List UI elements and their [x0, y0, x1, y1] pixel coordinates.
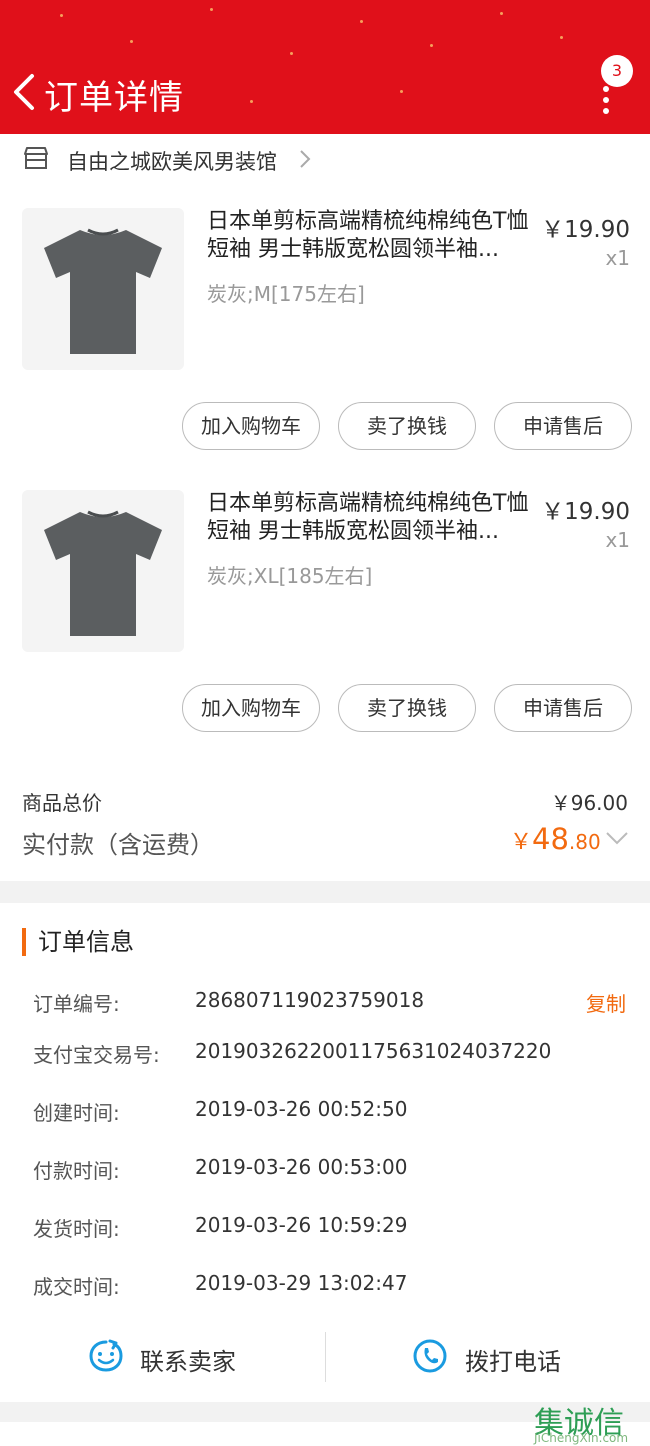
- product-price: ￥19.90: [541, 499, 630, 525]
- info-value: 2019-03-29 13:02:47: [195, 1271, 408, 1295]
- watermark-url: JiChengXin.com: [534, 1431, 629, 1445]
- order-item: 日本单剪标高端精梳纯棉纯色T恤短袖 男士韩版宽松圆领半袖... 炭灰;XL[18…: [0, 490, 650, 772]
- currency-symbol: ￥: [510, 830, 533, 855]
- product-title[interactable]: 日本单剪标高端精梳纯棉纯色T恤短袖 男士韩版宽松圆领半袖...: [207, 208, 532, 264]
- paid-amount-value: ￥48.80: [510, 822, 601, 856]
- order-info-title: 订单信息: [22, 928, 134, 956]
- info-value: 2019-03-26 00:52:50: [195, 1097, 408, 1121]
- call-phone-button[interactable]: 拨打电话: [465, 1342, 561, 1377]
- shop-row[interactable]: 自由之城欧美风男装馆: [0, 134, 650, 184]
- info-row-completed-time: 成交时间: 2019-03-29 13:02:47: [0, 1271, 650, 1301]
- shop-name: 自由之城欧美风男装馆: [67, 150, 277, 174]
- contact-bar: 联系卖家 拨打电话: [0, 1328, 650, 1386]
- info-label: 创建时间:: [33, 1101, 120, 1125]
- info-value: 286807119023759018: [195, 988, 425, 1012]
- info-row-order-number: 订单编号: 286807119023759018: [0, 988, 650, 1018]
- info-value: 2019-03-26 10:59:29: [195, 1213, 408, 1237]
- info-value: 2019032622001175631024037220: [195, 1039, 552, 1063]
- info-label: 支付宝交易号:: [33, 1043, 160, 1067]
- message-count-badge: 3: [601, 55, 633, 87]
- more-menu-icon[interactable]: [596, 86, 616, 114]
- chat-icon[interactable]: [88, 1338, 124, 1374]
- product-quantity: x1: [605, 246, 630, 270]
- info-label: 成交时间:: [33, 1275, 120, 1299]
- add-to-cart-button[interactable]: 加入购物车: [182, 402, 320, 450]
- product-sku: 炭灰;XL[185左右]: [207, 564, 373, 588]
- info-value: 2019-03-26 00:53:00: [195, 1155, 408, 1179]
- chevron-down-icon[interactable]: [604, 828, 630, 848]
- app-header: 订单详情 3: [0, 0, 650, 134]
- paid-amount-decimal: .80: [568, 830, 601, 854]
- info-row-alipay-trade-number: 支付宝交易号: 2019032622001175631024037220: [0, 1039, 650, 1069]
- add-to-cart-button[interactable]: 加入购物车: [182, 684, 320, 732]
- section-divider: [0, 881, 650, 903]
- contact-divider: [325, 1332, 326, 1382]
- product-image[interactable]: [22, 208, 184, 370]
- watermark-logo: 集诚信 JiChengXin.com: [534, 1398, 650, 1446]
- page-title: 订单详情: [44, 78, 184, 118]
- info-label: 订单编号:: [33, 992, 120, 1016]
- goods-total-label: 商品总价: [22, 791, 102, 815]
- back-arrow-icon[interactable]: [10, 70, 40, 114]
- info-row-paid-time: 付款时间: 2019-03-26 00:53:00: [0, 1155, 650, 1185]
- order-item: 日本单剪标高端精梳纯棉纯色T恤短袖 男士韩版宽松圆领半袖... 炭灰;M[175…: [0, 208, 650, 490]
- resell-button[interactable]: 卖了换钱: [338, 402, 476, 450]
- product-image[interactable]: [22, 490, 184, 652]
- phone-icon[interactable]: [412, 1338, 448, 1374]
- info-label: 付款时间:: [33, 1159, 120, 1183]
- info-label: 发货时间:: [33, 1217, 120, 1241]
- product-sku: 炭灰;M[175左右]: [207, 282, 365, 306]
- product-quantity: x1: [605, 528, 630, 552]
- product-title[interactable]: 日本单剪标高端精梳纯棉纯色T恤短袖 男士韩版宽松圆领半袖...: [207, 490, 532, 546]
- store-icon: [24, 147, 48, 169]
- contact-seller-button[interactable]: 联系卖家: [140, 1342, 236, 1377]
- paid-amount-label: 实付款（含运费）: [22, 831, 214, 859]
- goods-total-value: ￥96.00: [550, 791, 628, 815]
- info-row-shipped-time: 发货时间: 2019-03-26 10:59:29: [0, 1213, 650, 1243]
- after-sales-button[interactable]: 申请售后: [494, 684, 632, 732]
- chevron-right-icon: [300, 150, 311, 168]
- paid-amount-integer: 48: [532, 822, 569, 856]
- resell-button[interactable]: 卖了换钱: [338, 684, 476, 732]
- info-row-created-time: 创建时间: 2019-03-26 00:52:50: [0, 1097, 650, 1127]
- product-price: ￥19.90: [541, 217, 630, 243]
- after-sales-button[interactable]: 申请售后: [494, 402, 632, 450]
